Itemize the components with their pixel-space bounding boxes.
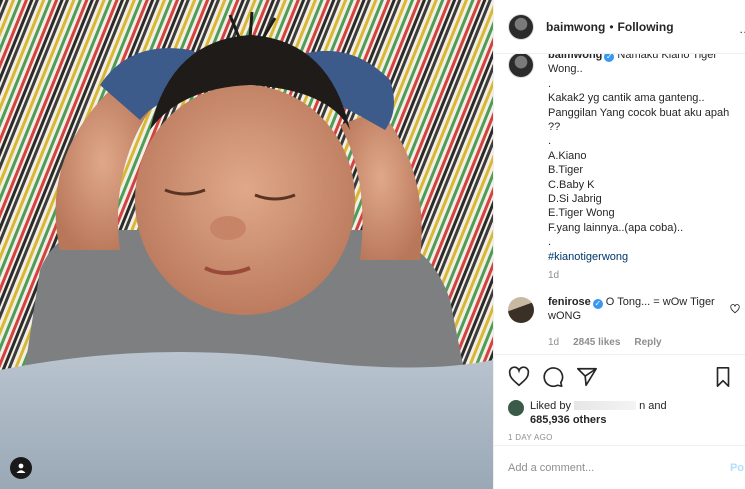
following-button[interactable]: Following xyxy=(618,20,674,34)
caption-text: baimwong ✓ Namaku Kiano Tiger Wong.. . Kak… xyxy=(548,54,744,264)
comments-list[interactable]: baimwong ✓ Namaku Kiano Tiger Wong.. . Kak… xyxy=(494,54,745,354)
hashtag-link[interactable]: #kianotigerwong xyxy=(548,251,628,263)
likes-tail: n and xyxy=(639,400,667,412)
add-comment-input[interactable]: Add a comment... xyxy=(508,462,594,474)
comment-icon[interactable] xyxy=(542,366,564,388)
post-photo[interactable] xyxy=(0,0,493,489)
more-options-icon[interactable]: … xyxy=(739,22,745,36)
comment-text: fenirose ✓ O Tong... = wOw Tiger wONG xyxy=(548,295,718,324)
comment-timestamp: 1d xyxy=(548,336,560,348)
avatar[interactable] xyxy=(508,13,534,40)
likes-summary: Liked by n and 685,936 others xyxy=(508,399,732,427)
post-comment-button[interactable]: Po xyxy=(730,462,744,474)
likes-text: Liked by n and 685,936 others xyxy=(530,399,667,427)
avatar[interactable] xyxy=(508,54,534,78)
add-comment-bar: Add a comment... Po xyxy=(494,445,745,489)
user-tag-icon xyxy=(16,463,26,473)
liked-by-label: Liked by xyxy=(530,400,571,412)
post-header: baimwong • Following … xyxy=(494,0,745,54)
comment-likes[interactable]: 2845 likes xyxy=(573,337,620,348)
post-timestamp: 1 DAY AGO xyxy=(508,433,553,442)
baby-photo-image xyxy=(0,0,493,489)
comment-meta: 1d 2845 likes Reply xyxy=(548,337,744,348)
liked-by-user-redacted[interactable] xyxy=(574,401,637,410)
comment-username[interactable]: fenirose xyxy=(548,296,591,308)
bookmark-icon[interactable] xyxy=(714,366,732,388)
caption-username[interactable]: baimwong xyxy=(548,54,602,61)
caption: baimwong ✓ Namaku Kiano Tiger Wong.. . Kak… xyxy=(508,54,744,281)
share-icon[interactable] xyxy=(576,366,598,388)
likes-count[interactable]: 685,936 others xyxy=(530,414,606,426)
comment-item: fenirose ✓ O Tong... = wOw Tiger wONG 1d 2… xyxy=(508,295,744,348)
caption-body: . Kakak2 yg cantik ama ganteng.. Panggil… xyxy=(548,77,730,249)
caption-timestamp: 1d xyxy=(548,270,560,282)
verified-icon: ✓ xyxy=(604,54,615,62)
post-side-panel: baimwong • Following … baimwong✓Namaku K… xyxy=(493,0,745,489)
verified-icon: ✓ xyxy=(592,299,603,309)
heart-icon[interactable] xyxy=(508,366,530,388)
action-icons xyxy=(508,365,732,389)
post-actions: Liked by n and 685,936 others 1 DAY AGO xyxy=(494,354,745,442)
user-tag-button[interactable] xyxy=(10,457,32,479)
avatar[interactable] xyxy=(508,297,534,323)
reply-button[interactable]: Reply xyxy=(634,337,661,348)
separator-dot: • xyxy=(609,19,614,34)
author-username[interactable]: baimwong xyxy=(546,20,605,34)
comment-like-icon[interactable] xyxy=(730,304,740,314)
avatar[interactable] xyxy=(508,400,524,416)
